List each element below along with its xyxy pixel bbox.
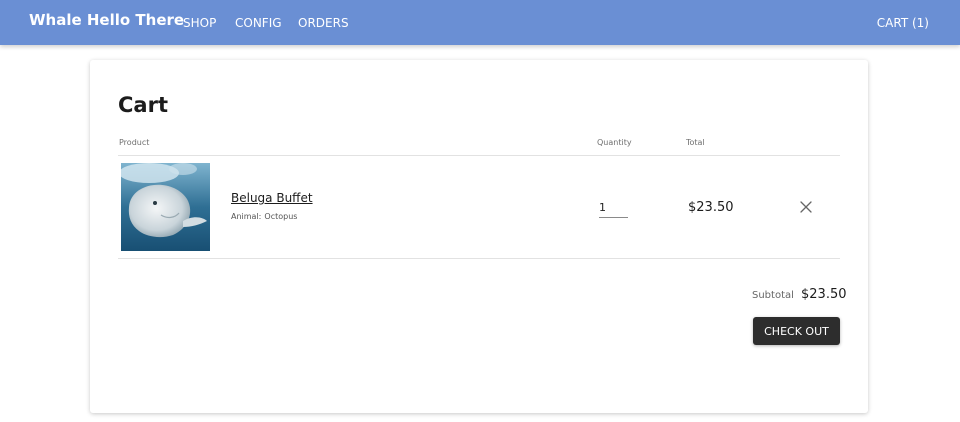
beluga-whale-photo-icon bbox=[121, 163, 210, 251]
table-divider-top bbox=[118, 155, 840, 156]
product-image[interactable] bbox=[121, 163, 210, 251]
column-header-total: Total bbox=[686, 138, 705, 147]
column-header-quantity: Quantity bbox=[597, 138, 632, 147]
product-option: Animal: Octopus bbox=[231, 212, 297, 221]
page-title: Cart bbox=[118, 93, 168, 117]
close-icon bbox=[800, 201, 812, 213]
top-navbar: Whale Hello There SHOP CONFIG ORDERS CAR… bbox=[0, 0, 960, 45]
nav-config-link[interactable]: CONFIG bbox=[235, 16, 282, 30]
subtotal-label: Subtotal bbox=[752, 290, 794, 301]
cart-card: Cart Product Quantity Total Beluga Buffe… bbox=[90, 60, 868, 413]
checkout-button[interactable]: CHECK OUT bbox=[753, 317, 840, 345]
product-option-value: Octopus bbox=[264, 212, 298, 221]
remove-item-button[interactable] bbox=[798, 199, 814, 215]
column-header-product: Product bbox=[119, 138, 150, 147]
nav-shop-link[interactable]: SHOP bbox=[183, 16, 216, 30]
quantity-input[interactable] bbox=[599, 199, 628, 218]
line-item-total: $23.50 bbox=[688, 200, 734, 215]
nav-cart-link[interactable]: CART (1) bbox=[877, 16, 929, 30]
product-option-label: Animal: bbox=[231, 212, 262, 221]
brand-logo[interactable]: Whale Hello There bbox=[29, 11, 184, 29]
subtotal-value: $23.50 bbox=[801, 287, 847, 302]
product-name-link[interactable]: Beluga Buffet bbox=[231, 191, 313, 205]
nav-orders-link[interactable]: ORDERS bbox=[298, 16, 349, 30]
table-divider-bottom bbox=[118, 258, 840, 259]
